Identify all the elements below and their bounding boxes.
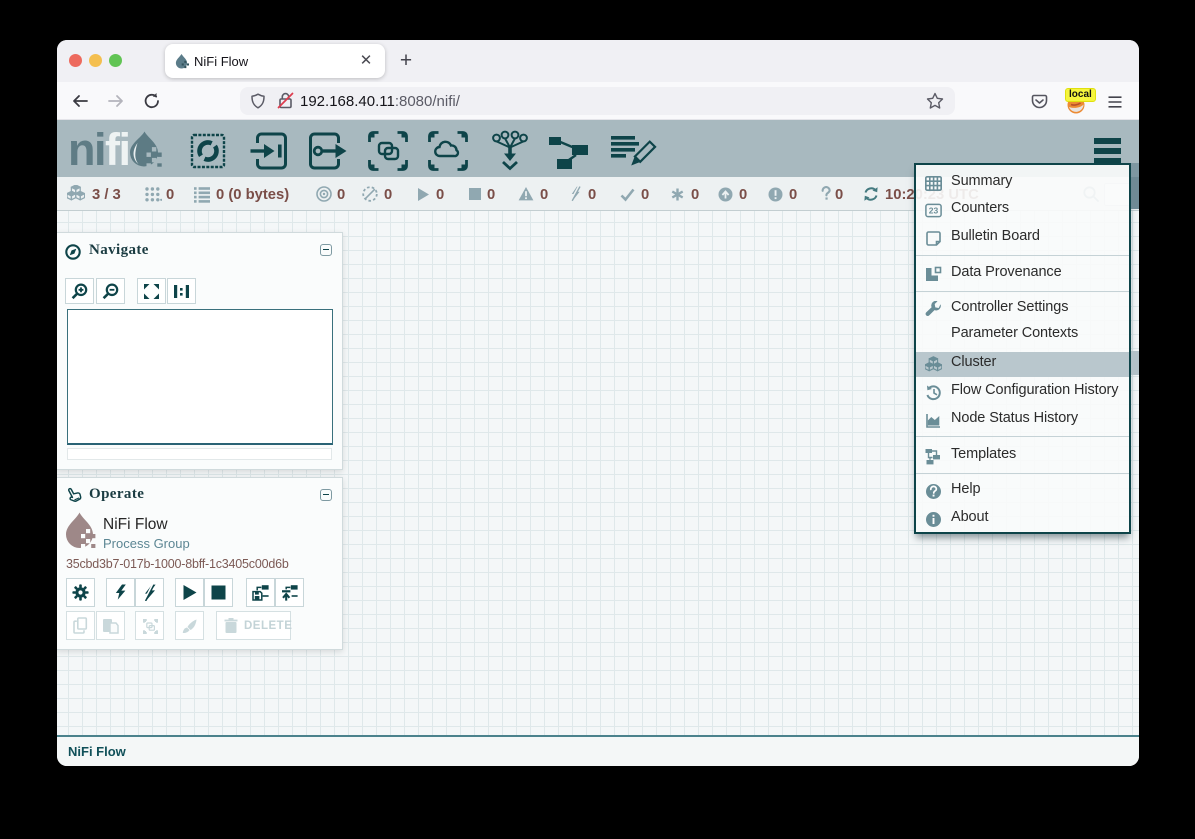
svg-text:23: 23: [929, 206, 939, 216]
